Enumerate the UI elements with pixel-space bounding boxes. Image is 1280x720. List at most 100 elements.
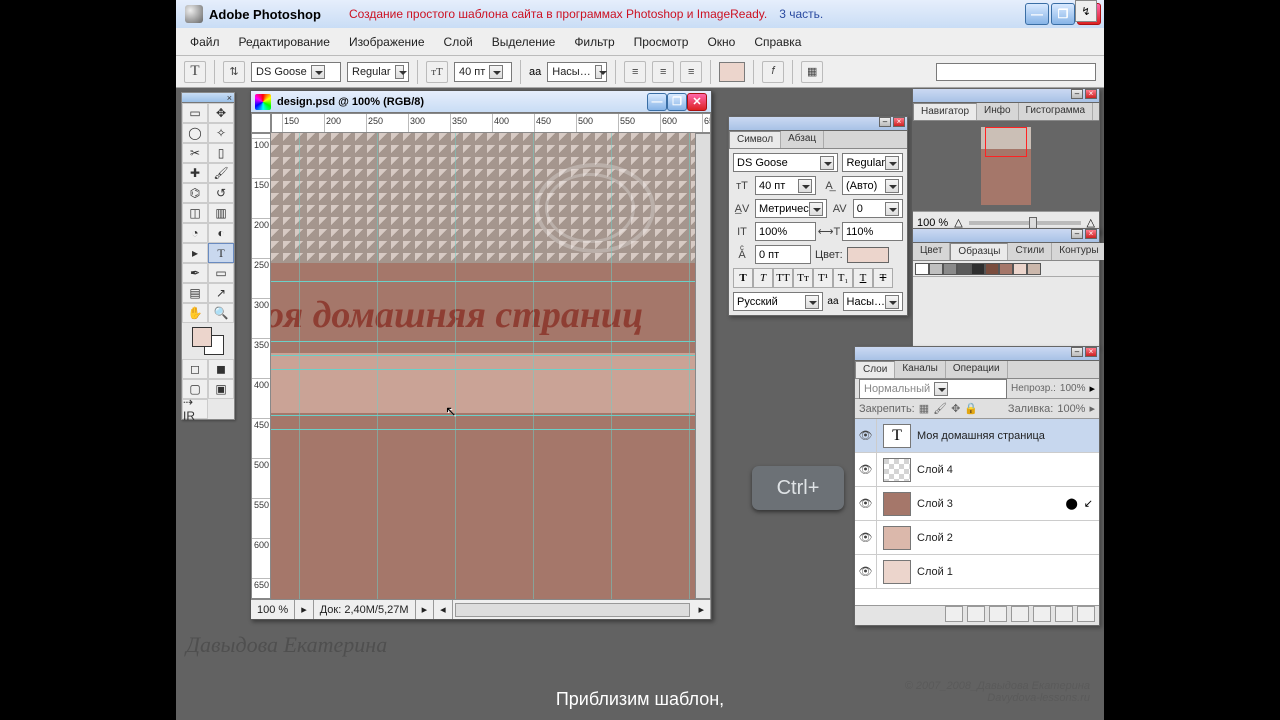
stamp-tool-icon[interactable]: ⌬ [182,183,208,203]
tab-styles[interactable]: Стили [1008,243,1052,260]
guide-vertical[interactable] [611,133,612,599]
strike-icon[interactable]: T [873,268,893,288]
guide-horizontal[interactable] [271,415,695,416]
navigator-zoom-slider[interactable] [969,221,1081,225]
char-language-select[interactable]: Русский [733,292,823,311]
panel-minimize-icon[interactable]: – [1071,229,1083,239]
zoom-tool-icon[interactable]: 🔍 [208,303,234,323]
guide-vertical[interactable] [533,133,534,599]
maximize-button[interactable]: ❐ [1051,3,1075,25]
char-leading-input[interactable]: (Авто) [842,176,903,195]
guide-horizontal[interactable] [271,369,695,370]
minimize-button[interactable]: — [1025,3,1049,25]
tab-info[interactable]: Инфо [977,103,1019,120]
align-right-icon[interactable]: ≡ [680,61,702,83]
document-titlebar[interactable]: design.psd @ 100% (RGB/8) — ❐ ✕ [251,91,711,113]
font-family-select[interactable]: DS Goose [251,62,341,82]
fill-value[interactable]: 100% [1057,403,1085,415]
quickmask-on-icon[interactable]: ◼ [208,359,234,379]
panel-minimize-icon[interactable]: – [879,117,891,127]
allcaps-icon[interactable]: TT [773,268,793,288]
history-brush-icon[interactable]: ↺ [208,183,234,203]
hand-tool-icon[interactable]: ✋ [182,303,208,323]
doc-close-button[interactable]: ✕ [687,93,707,111]
layer-style-icon[interactable] [967,606,985,622]
layer-row[interactable]: TМоя домашняя страница [855,419,1099,453]
new-group-icon[interactable] [1011,606,1029,622]
new-layer-icon[interactable] [1055,606,1073,622]
type-tool-icon[interactable]: T [208,243,234,263]
swatch[interactable] [985,263,999,275]
swatch[interactable] [943,263,957,275]
menu-item[interactable]: Окно [699,32,743,52]
tab-color[interactable]: Цвет [913,243,950,260]
ruler-vertical[interactable]: 100150200250300350400450500550600650 [251,133,271,599]
menu-item[interactable]: Справка [746,32,809,52]
delete-layer-icon[interactable] [1077,606,1095,622]
faux-italic-icon[interactable]: T [753,268,773,288]
navigator-view-box[interactable] [985,127,1027,157]
opacity-value[interactable]: 100% [1060,383,1086,394]
guide-vertical[interactable] [377,133,378,599]
char-tracking-input[interactable]: 0 [853,199,903,218]
color-swap-icon[interactable] [192,327,224,355]
move-tool-icon[interactable]: ✥ [208,103,234,123]
guide-horizontal[interactable] [271,355,695,356]
font-size-select[interactable]: 40 пт [454,62,512,82]
layer-row[interactable]: Слой 3⬤↙ [855,487,1099,521]
layer-thumbnail[interactable] [883,492,911,516]
dodge-tool-icon[interactable]: ◐ [208,223,234,243]
panel-close-icon[interactable]: × [1085,229,1097,239]
char-panel-icon[interactable]: ▦ [801,61,823,83]
ruler-horizontal[interactable]: 150200250300350400450500550600650 [271,113,711,133]
layer-mask-icon[interactable] [989,606,1007,622]
doc-minimize-button[interactable]: — [647,93,667,111]
layer-name[interactable]: Слой 4 [917,464,1099,476]
swatch[interactable] [1027,263,1041,275]
doc-maximize-button[interactable]: ❐ [667,93,687,111]
antialias-select[interactable]: Насы… [547,62,607,82]
smallcaps-icon[interactable]: Tᴛ [793,268,813,288]
tab-actions[interactable]: Операции [946,361,1008,378]
guide-vertical[interactable] [689,133,690,599]
lasso-tool-icon[interactable]: ◯ [182,123,208,143]
tab-navigator[interactable]: Навигатор [913,103,977,120]
char-hscale-input[interactable]: 110% [842,222,903,241]
swatch[interactable] [957,263,971,275]
slice-tool-icon[interactable]: ▯ [208,143,234,163]
blend-mode-select[interactable]: Нормальный [859,379,1007,399]
blur-tool-icon[interactable]: ◔ [182,223,208,243]
tab-paragraph[interactable]: Абзац [781,131,824,148]
canvas-viewport[interactable]: ̵оя домашняя страниц [271,133,695,599]
warp-text-icon[interactable]: 𝑓 [762,61,784,83]
quickmask-icon[interactable]: ◻ [182,359,208,379]
scrollbar-horizontal[interactable] [455,603,691,617]
guide-horizontal[interactable] [271,281,695,282]
swatch[interactable] [999,263,1013,275]
layer-thumbnail[interactable] [883,458,911,482]
superscript-icon[interactable]: T¹ [813,268,833,288]
menu-item[interactable]: Фильтр [566,32,622,52]
layer-row[interactable]: Слой 2 [855,521,1099,555]
menu-item[interactable]: Слой [436,32,481,52]
layer-thumbnail[interactable] [883,560,911,584]
marquee-tool-icon[interactable]: ▭ [182,103,208,123]
char-baseline-input[interactable]: 0 пт [755,245,811,264]
lock-move-icon[interactable]: ✥ [951,402,960,415]
tab-symbol[interactable]: Символ [729,131,781,148]
visibility-icon[interactable] [855,487,877,520]
swatch[interactable] [1013,263,1027,275]
screenmode-2-icon[interactable]: ▣ [208,379,234,399]
panel-close-icon[interactable]: × [1085,347,1097,357]
font-style-select[interactable]: Regular [347,62,409,82]
panel-close-icon[interactable]: × [893,117,905,127]
menu-item[interactable]: Выделение [484,32,564,52]
zoom-popup-icon[interactable]: ▸ [295,600,314,619]
tab-swatches[interactable]: Образцы [950,243,1008,260]
swatch[interactable] [915,263,929,275]
char-font-select[interactable]: DS Goose [733,153,838,172]
guide-horizontal[interactable] [271,341,695,342]
faux-bold-icon[interactable]: T [733,268,753,288]
guide-horizontal[interactable] [271,429,695,430]
visibility-icon[interactable] [855,419,877,452]
